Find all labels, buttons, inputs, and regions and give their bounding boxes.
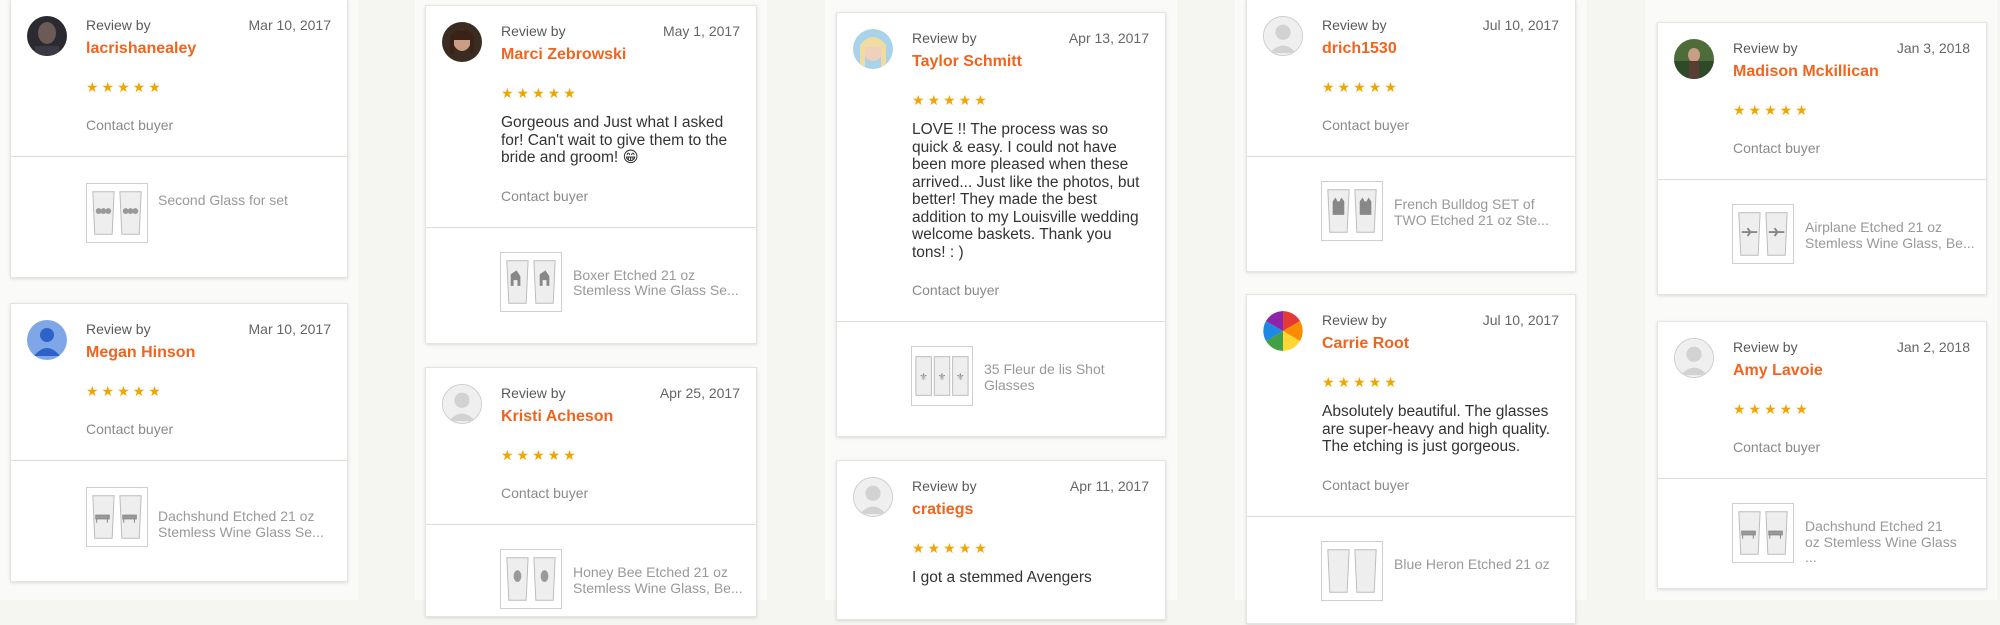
contact-buyer-link[interactable]: Contact buyer: [1733, 139, 1970, 179]
review-card: Review by Jan 2, 2018 Amy Lavoie ★★★★★ C…: [1657, 321, 1987, 589]
review-card: Review by Mar 10, 2017 lacrishanealey ★★…: [10, 0, 348, 278]
avatar[interactable]: [27, 16, 67, 56]
contact-buyer-link[interactable]: Contact buyer: [1322, 476, 1559, 516]
svg-text:⚜: ⚜: [938, 372, 947, 383]
star-rating: ★★★★★: [1733, 102, 1811, 118]
review-text: Absolutely beautiful. The glasses are su…: [1322, 403, 1551, 455]
reviewer-name[interactable]: lacrishanealey: [86, 39, 331, 59]
product-link[interactable]: Blue Heron Etched 21 oz: [1247, 517, 1575, 617]
product-link[interactable]: Dachshund Etched 21 oz Stemless Wine Gla…: [11, 461, 347, 561]
star-rating: ★★★★★: [501, 85, 579, 101]
avatar[interactable]: [1263, 16, 1303, 56]
product-link[interactable]: Dachshund Etched 21 oz Stemless Wine Gla…: [1658, 479, 1986, 579]
contact-buyer-link[interactable]: Contact buyer: [1733, 438, 1970, 478]
avatar[interactable]: [1263, 311, 1303, 351]
reviewer-name[interactable]: Carrie Root: [1322, 334, 1559, 354]
review-card: Review by Jan 3, 2018 Madison Mckillican…: [1657, 22, 1987, 295]
review-date: Mar 10, 2017: [248, 17, 332, 33]
product-title[interactable]: Airplane Etched 21 oz Stemless Wine Glas…: [1805, 219, 1980, 251]
product-link[interactable]: ⚜ ⚜ ⚜ 35 Fleur de lis Shot Glasses: [837, 322, 1165, 422]
product-thumbnail[interactable]: ⚜ ⚜ ⚜: [911, 346, 973, 406]
review-date: Jul 10, 2017: [1482, 312, 1559, 328]
reviewer-name[interactable]: Kristi Acheson: [501, 407, 740, 427]
product-thumbnail[interactable]: [1321, 181, 1383, 241]
review-text: Gorgeous and Just what I asked for! Can'…: [501, 114, 728, 166]
reviewer-name[interactable]: Taylor Schmitt: [912, 52, 1149, 72]
reviewer-name[interactable]: Madison Mckillican: [1733, 62, 1970, 82]
review-date: Apr 25, 2017: [659, 385, 740, 401]
product-title[interactable]: Blue Heron Etched 21 oz: [1394, 556, 1569, 573]
contact-buyer-link[interactable]: Contact buyer: [1322, 116, 1559, 156]
star-rating: ★★★★★: [501, 447, 579, 463]
review-card: Review by May 1, 2017 Marci Zebrowski ★★…: [425, 5, 757, 344]
avatar[interactable]: [853, 29, 893, 69]
contact-buyer-link[interactable]: Contact buyer: [501, 484, 740, 524]
contact-buyer-link[interactable]: Contact buyer: [912, 281, 1149, 321]
product-thumbnail[interactable]: [500, 251, 562, 312]
product-thumbnail[interactable]: [500, 549, 562, 609]
product-thumbnail[interactable]: [86, 183, 148, 243]
product-thumbnail[interactable]: [1321, 540, 1383, 601]
product-link[interactable]: French Bulldog SET of TWO Etched 21 oz S…: [1247, 157, 1575, 257]
product-title[interactable]: Second Glass for set: [158, 192, 338, 209]
review-date: Jul 10, 2017: [1482, 17, 1559, 33]
review-date: Apr 13, 2017: [1068, 30, 1149, 46]
star-rating: ★★★★★: [1733, 401, 1811, 417]
contact-buyer-link[interactable]: Contact buyer: [86, 420, 331, 460]
star-rating: ★★★★★: [1322, 374, 1400, 390]
star-rating: ★★★★★: [912, 92, 990, 108]
review-text: I got a stemmed Avengers: [912, 569, 1092, 586]
contact-buyer-link[interactable]: Contact buyer: [501, 187, 740, 227]
avatar[interactable]: [442, 22, 482, 62]
product-title[interactable]: 35 Fleur de lis Shot Glasses: [984, 361, 1154, 393]
review-date: Apr 11, 2017: [1069, 478, 1149, 494]
product-title[interactable]: Dachshund Etched 21 oz Stemless Wine Gla…: [158, 508, 338, 540]
review-date: Jan 3, 2018: [1896, 40, 1970, 56]
star-rating: ★★★★★: [912, 540, 990, 556]
review-date: Mar 10, 2017: [248, 321, 332, 337]
avatar[interactable]: [27, 320, 67, 360]
avatar[interactable]: [442, 384, 482, 424]
review-card: Review by Jul 10, 2017 Carrie Root ★★★★★…: [1246, 294, 1576, 624]
product-title[interactable]: French Bulldog SET of TWO Etched 21 oz S…: [1394, 196, 1569, 228]
avatar[interactable]: [1674, 39, 1714, 79]
star-rating: ★★★★★: [86, 79, 164, 95]
svg-text:⚜: ⚜: [919, 372, 928, 383]
review-text: LOVE !! The process was so quick & easy.…: [912, 121, 1140, 261]
product-thumbnail[interactable]: [1732, 503, 1794, 563]
review-card: Review by Apr 11, 2017 cratiegs ★★★★★ I …: [836, 460, 1166, 620]
product-thumbnail[interactable]: [86, 487, 148, 547]
review-card: Review by Apr 25, 2017 Kristi Acheson ★★…: [425, 367, 757, 617]
contact-buyer-link[interactable]: Contact buyer: [86, 116, 331, 156]
reviewer-name[interactable]: drich1530: [1322, 39, 1559, 59]
reviewer-name[interactable]: Megan Hinson: [86, 343, 331, 363]
reviewer-name[interactable]: Amy Lavoie: [1733, 361, 1970, 381]
product-link[interactable]: Boxer Etched 21 oz Stemless Wine Glass S…: [426, 228, 756, 328]
svg-text:⚜: ⚜: [956, 372, 965, 383]
product-title[interactable]: Boxer Etched 21 oz Stemless Wine Glass S…: [573, 267, 748, 299]
reviewer-name[interactable]: Marci Zebrowski: [501, 45, 740, 65]
review-date: Jan 2, 2018: [1896, 339, 1970, 355]
review-date: May 1, 2017: [662, 23, 740, 39]
product-link[interactable]: Honey Bee Etched 21 oz Stemless Wine Gla…: [426, 525, 756, 625]
avatar[interactable]: [853, 477, 893, 517]
star-rating: ★★★★★: [1322, 79, 1400, 95]
review-card: Review by Mar 10, 2017 Megan Hinson ★★★★…: [10, 303, 348, 582]
star-rating: ★★★★★: [86, 383, 164, 399]
review-card: Review by Jul 10, 2017 drich1530 ★★★★★ C…: [1246, 0, 1576, 272]
product-title[interactable]: Dachshund Etched 21 oz Stemless Wine Gla…: [1805, 518, 1960, 566]
avatar[interactable]: [1674, 338, 1714, 378]
product-link[interactable]: Second Glass for set: [11, 157, 347, 257]
review-card: Review by Apr 13, 2017 Taylor Schmitt ★★…: [836, 12, 1166, 437]
reviewer-name[interactable]: cratiegs: [912, 500, 1149, 520]
product-thumbnail[interactable]: [1732, 204, 1794, 264]
product-link[interactable]: Airplane Etched 21 oz Stemless Wine Glas…: [1658, 180, 1986, 280]
product-title[interactable]: Honey Bee Etched 21 oz Stemless Wine Gla…: [573, 564, 748, 596]
